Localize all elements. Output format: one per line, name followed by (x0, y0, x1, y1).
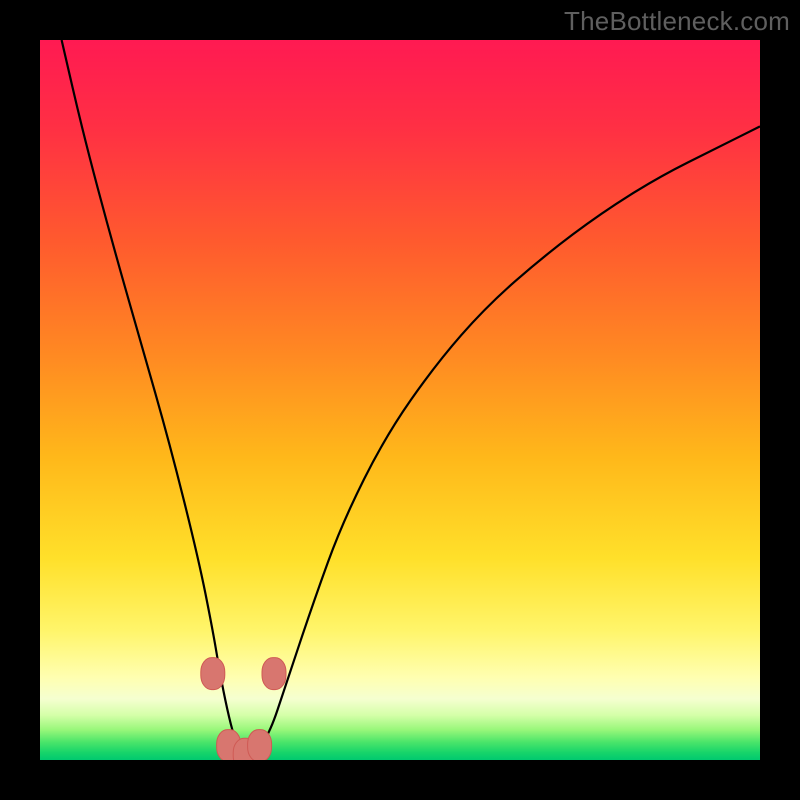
gradient-background (40, 40, 760, 760)
curve-marker (248, 730, 272, 760)
curve-marker (201, 658, 225, 690)
plot-area (40, 40, 760, 760)
chart-figure: TheBottleneck.com (0, 0, 800, 800)
curve-marker (262, 658, 286, 690)
plot-svg (40, 40, 760, 760)
watermark-text: TheBottleneck.com (564, 6, 790, 37)
